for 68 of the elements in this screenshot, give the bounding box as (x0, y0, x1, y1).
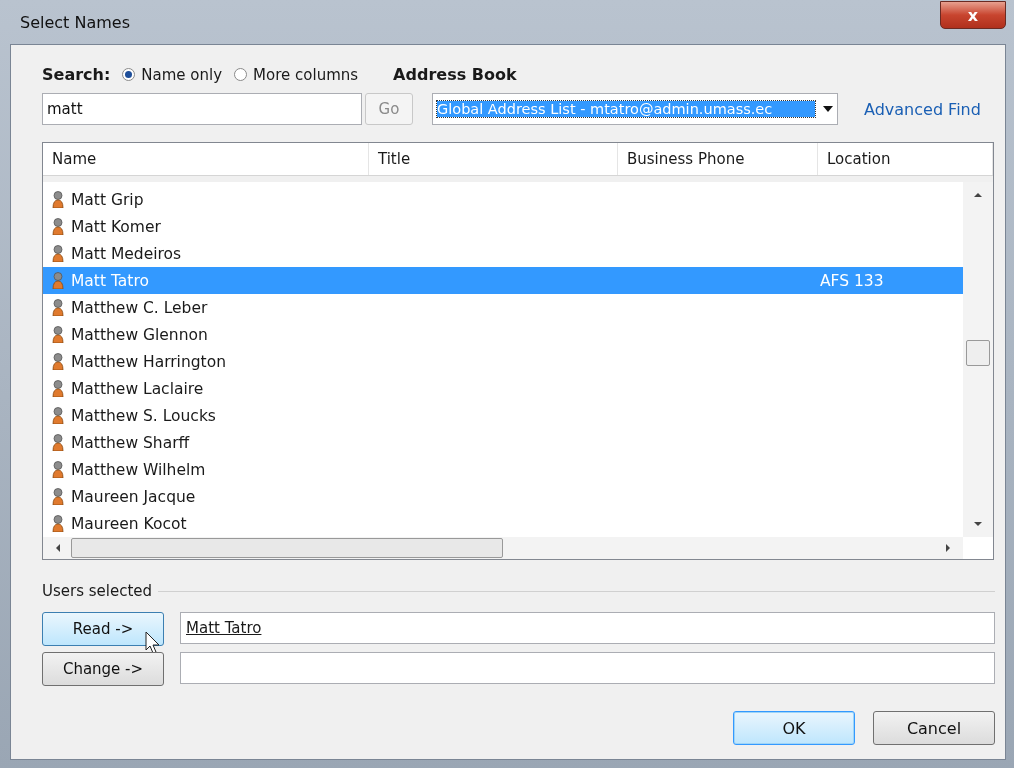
name-cell: Matthew Wilhelm (71, 460, 206, 479)
radio-button-icon[interactable] (234, 68, 248, 81)
search-option[interactable]: More columns (234, 65, 359, 84)
location-cell-text: AFS 133 (819, 271, 885, 290)
person-icon (52, 353, 64, 370)
name-cell: Matt Grip (71, 190, 144, 209)
radio-button-icon[interactable] (122, 68, 136, 81)
person-icon (52, 326, 64, 343)
scroll-up-icon[interactable] (973, 190, 983, 200)
person-icon (52, 245, 64, 262)
person-icon (52, 488, 64, 505)
scroll-down-icon[interactable] (973, 519, 983, 529)
person-icon (52, 434, 64, 451)
name-row[interactable]: Matt Grip (43, 186, 963, 213)
address-book-label: Address Book (393, 65, 517, 84)
scroll-thumb[interactable] (966, 340, 990, 366)
name-row[interactable]: Matthew Glennon (43, 321, 963, 348)
name-cell: Maureen Kocot (71, 514, 187, 533)
users-field[interactable]: Matt Tatro (180, 612, 995, 644)
column-header[interactable]: Title (369, 143, 618, 175)
name-row[interactable]: Matthew S. Loucks (43, 402, 963, 429)
vertical-scrollbar[interactable] (963, 182, 993, 537)
permission-button[interactable]: Change -> (42, 652, 164, 686)
mouse-pointer-icon (145, 631, 161, 655)
name-row[interactable]: Matthew Laclaire (43, 375, 963, 402)
column-header[interactable]: Name (43, 143, 369, 175)
person-icon (52, 218, 64, 235)
search-label: Search: (42, 65, 111, 84)
search-field[interactable]: matt (42, 93, 362, 125)
scroll-thumb[interactable] (71, 538, 503, 558)
cancel-button[interactable]: Cancel (873, 711, 995, 745)
name-row[interactable]: Matthew Wilhelm (43, 456, 963, 483)
scroll-right-icon[interactable] (943, 543, 953, 553)
name-cell: Matthew C. Leber (71, 298, 208, 317)
name-cell: Matthew S. Loucks (71, 406, 216, 425)
person-icon (52, 380, 64, 397)
horizontal-scrollbar[interactable] (43, 537, 963, 559)
name-cell: Matthew Glennon (71, 325, 208, 344)
name-row[interactable]: Maureen Kocot (43, 510, 963, 537)
person-icon (52, 299, 64, 316)
name-row[interactable]: Maureen Jacque (43, 483, 963, 510)
person-icon (52, 407, 64, 424)
name-row[interactable]: Matthew C. Leber (43, 294, 963, 321)
ok-button[interactable]: OK (733, 711, 855, 745)
person-icon (52, 515, 64, 532)
name-cell: Matt Komer (71, 217, 161, 236)
window-title: Select Names (19, 12, 130, 32)
person-icon (52, 191, 64, 208)
person-icon (52, 461, 64, 478)
name-cell: Matthew Laclaire (71, 379, 204, 398)
person-icon (52, 272, 64, 289)
name-cell: Matthew Sharff (71, 433, 190, 452)
users-field[interactable] (180, 652, 995, 684)
column-header[interactable]: Business Phone (618, 143, 818, 175)
advanced-find-link[interactable]: Advanced Find (864, 99, 981, 119)
users-selected-label: Users selected (42, 582, 153, 600)
name-cell: Matt Medeiros (71, 244, 182, 263)
name-cell: Maureen Jacque (71, 487, 196, 506)
dropdown-arrow-icon (823, 106, 833, 112)
name-row[interactable]: Matt Komer (43, 213, 963, 240)
name-row[interactable]: Matthew Harrington (43, 348, 963, 375)
close-button[interactable]: x (940, 1, 1006, 29)
column-header[interactable]: Location (818, 143, 993, 175)
search-option[interactable]: Name only (122, 65, 223, 84)
name-row[interactable]: Matthew Sharff (43, 429, 963, 456)
name-cell: Matthew Harrington (71, 352, 226, 371)
name-row[interactable]: Matt Medeiros (43, 240, 963, 267)
name-cell: Matt Tatro (71, 271, 149, 290)
